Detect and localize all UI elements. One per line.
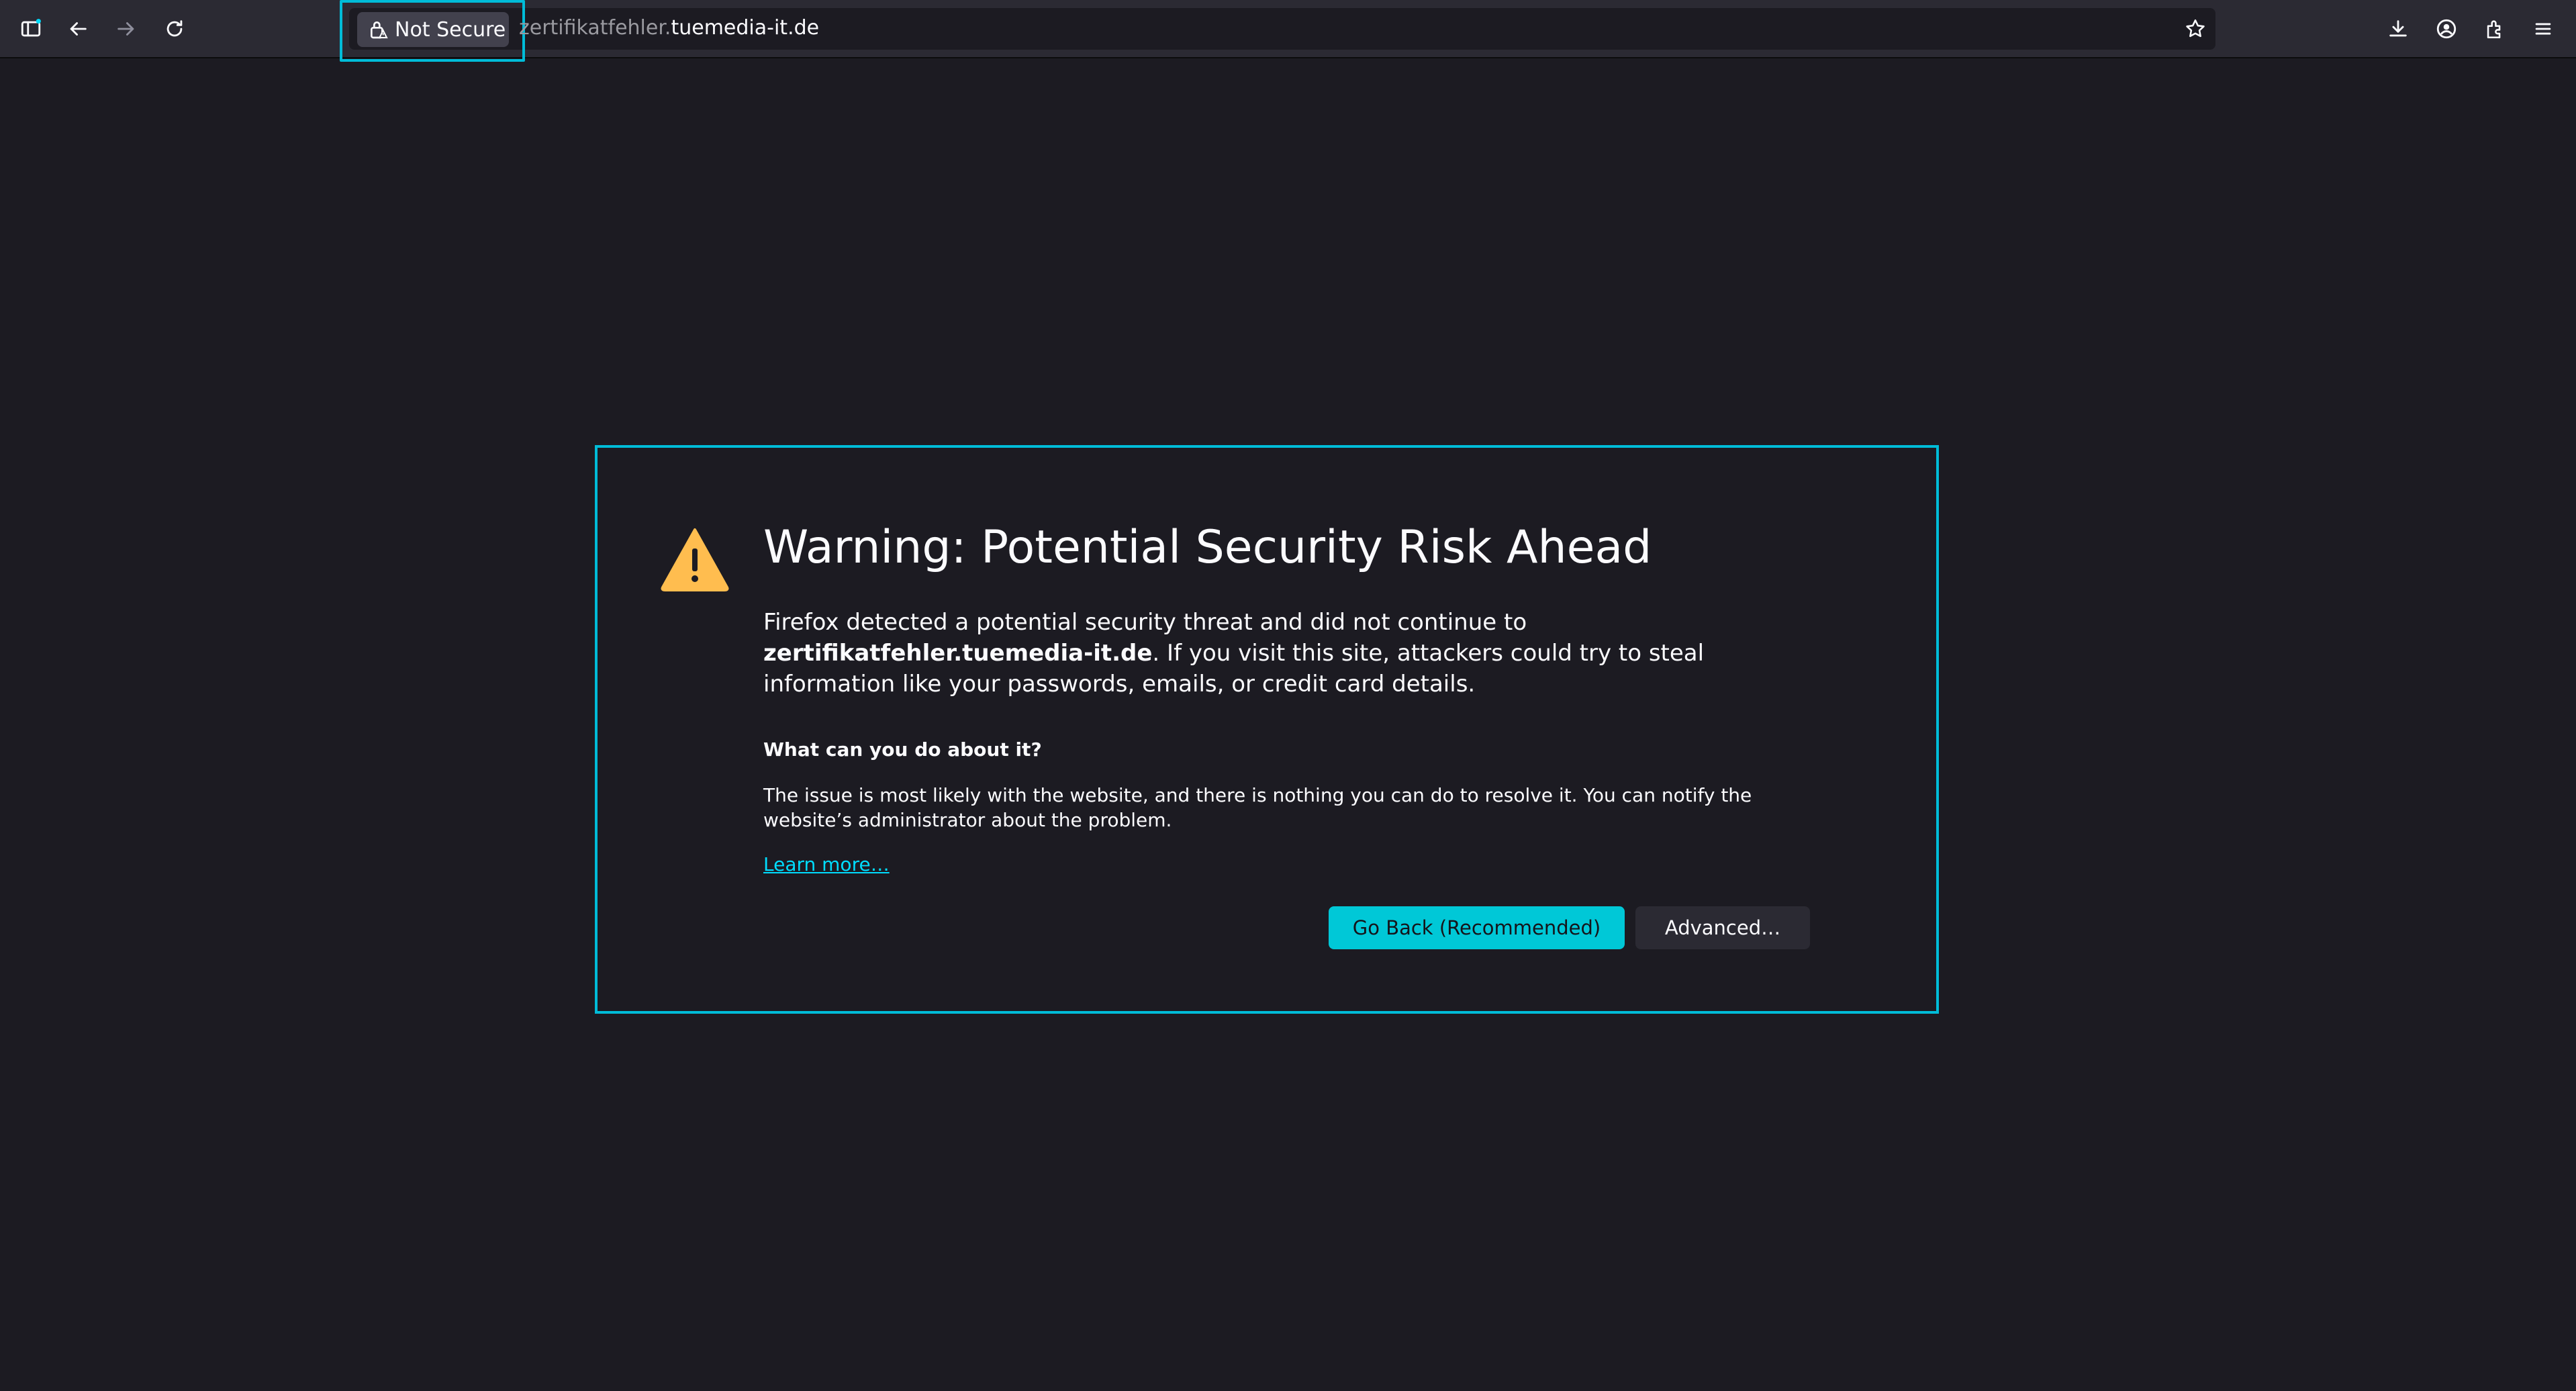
go-back-button[interactable]: Go Back (Recommended) xyxy=(1329,906,1625,949)
url-text[interactable]: zertifikatfehler.tuemedia-it.de xyxy=(519,16,819,40)
lock-warning-icon xyxy=(371,21,388,39)
menu-button[interactable] xyxy=(2526,11,2561,46)
star-icon xyxy=(2186,19,2205,38)
reload-icon xyxy=(166,20,183,37)
what-can-you-do-heading: What can you do about it? xyxy=(763,738,1042,761)
browser-toolbar: Not Secure zertifikatfehler.tuemedia-it.… xyxy=(0,0,2576,62)
account-icon xyxy=(2436,19,2456,39)
issue-text: The issue is most likely with the websit… xyxy=(763,784,1752,831)
warning-icon xyxy=(661,528,729,591)
url-domain: tuemedia-it.de xyxy=(671,16,820,40)
not-secure-indicator[interactable]: Not Secure xyxy=(357,12,509,47)
sidebar-icon xyxy=(21,19,41,37)
back-button[interactable] xyxy=(60,11,95,46)
back-arrow-icon xyxy=(70,22,87,36)
extensions-icon xyxy=(2487,20,2501,39)
url-subdomain: zertifikatfehler. xyxy=(519,16,671,40)
forward-arrow-icon xyxy=(117,22,134,36)
desc-prefix: Firefox detected a potential security th… xyxy=(763,609,1527,636)
forward-button[interactable] xyxy=(109,11,144,46)
menu-icon xyxy=(2535,23,2551,35)
downloads-button[interactable] xyxy=(2381,11,2416,46)
error-title: Warning: Potential Security Risk Ahead xyxy=(763,521,1652,574)
extensions-button[interactable] xyxy=(2477,11,2512,46)
advanced-button[interactable]: Advanced… xyxy=(1635,906,1810,949)
download-icon xyxy=(2389,20,2407,37)
sidebar-toggle-button[interactable] xyxy=(13,11,48,46)
learn-more-link[interactable]: Learn more… xyxy=(763,853,890,875)
account-button[interactable] xyxy=(2429,11,2464,46)
desc-domain: zertifikatfehler.tuemedia-it.de xyxy=(763,640,1153,667)
error-description: Firefox detected a potential security th… xyxy=(763,607,1811,700)
reload-button[interactable] xyxy=(157,11,192,46)
not-secure-label: Not Secure xyxy=(395,17,506,42)
bookmark-button[interactable] xyxy=(2178,11,2213,46)
